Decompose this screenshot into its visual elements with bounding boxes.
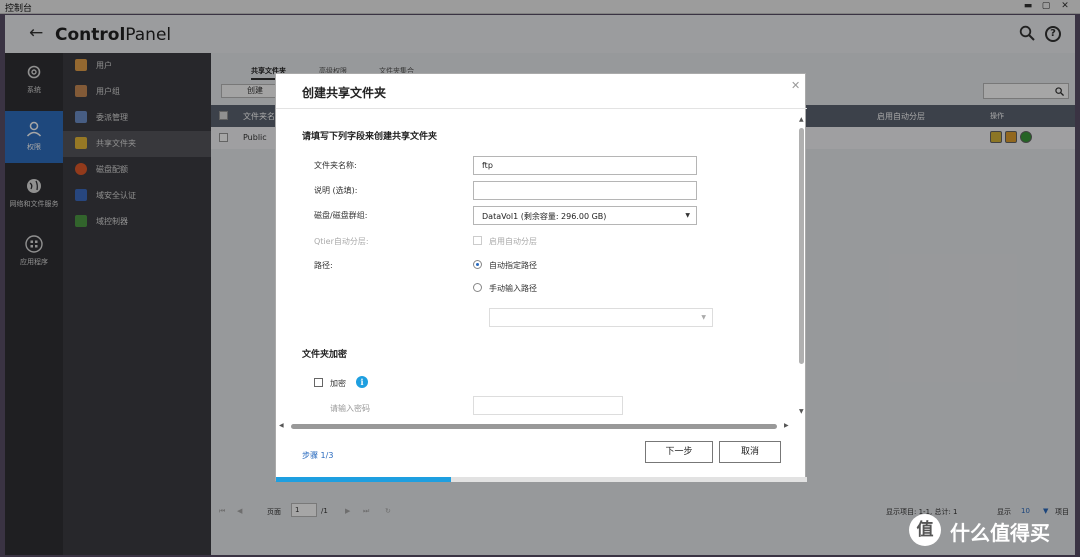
manual-path-select[interactable]: ▼ [489,308,713,327]
horizontal-scroll-thumb[interactable] [291,424,777,429]
dialog-vertical-scrollbar[interactable]: ▲ ▼ [798,114,807,420]
folder-name-input[interactable]: ftp [473,156,697,175]
wizard-progress-bar [276,477,807,482]
dialog-subtitle: 请填写下列字段来创建共享文件夹 [302,132,438,142]
folder-name-label: 文件夹名称: [314,161,357,170]
dialog-horizontal-scrollbar[interactable]: ◀ ▶ [279,422,794,432]
dropdown-arrow-icon: ▼ [701,314,706,321]
info-icon[interactable]: i [356,376,368,388]
create-shared-folder-dialog: 创建共享文件夹 ✕ 请填写下列字段来创建共享文件夹 文件夹名称: ftp 说明 … [275,73,807,482]
path-label: 路径: [314,261,333,270]
volume-select-value: DataVol1 (剩余容量: 296.00 GB) [482,212,607,221]
wizard-progress-fill [276,477,452,482]
watermark-text: 什么值得买 [950,521,1050,545]
scroll-down-icon[interactable]: ▼ [799,408,804,415]
encrypt-checkbox-label: 加密 [330,379,346,388]
qtier-checkbox[interactable] [473,236,482,245]
password-label: 请输入密码 [330,404,370,413]
dialog-title: 创建共享文件夹 [302,86,387,100]
cancel-button[interactable]: 取消 [719,441,781,463]
scroll-up-icon[interactable]: ▲ [799,116,804,123]
vertical-scroll-thumb[interactable] [799,128,804,364]
scroll-left-icon[interactable]: ◀ [279,422,284,429]
volume-select[interactable]: DataVol1 (剩余容量: 296.00 GB) ▼ [473,206,697,225]
encrypt-checkbox[interactable] [314,378,323,387]
path-manual-label: 手动输入路径 [489,284,537,293]
next-button[interactable]: 下一步 [645,441,713,463]
step-indicator: 步骤 1/3 [302,451,334,460]
dialog-divider [276,108,807,109]
volume-label: 磁盘/磁盘群组: [314,211,368,220]
description-input[interactable] [473,181,697,200]
description-label: 说明 (选填): [314,186,358,195]
scroll-right-icon[interactable]: ▶ [784,422,789,429]
close-icon[interactable]: ✕ [791,79,800,92]
encryption-section-title: 文件夹加密 [302,350,348,360]
qtier-label: Qtier自动分层: [314,237,369,246]
path-auto-radio[interactable] [473,260,482,269]
password-input[interactable] [473,396,623,415]
path-manual-radio[interactable] [473,283,482,292]
dropdown-arrow-icon: ▼ [685,212,690,219]
qtier-checkbox-label: 启用自动分层 [489,237,537,246]
watermark-logo: 值 [909,514,941,546]
path-auto-label: 自动指定路径 [489,261,537,270]
